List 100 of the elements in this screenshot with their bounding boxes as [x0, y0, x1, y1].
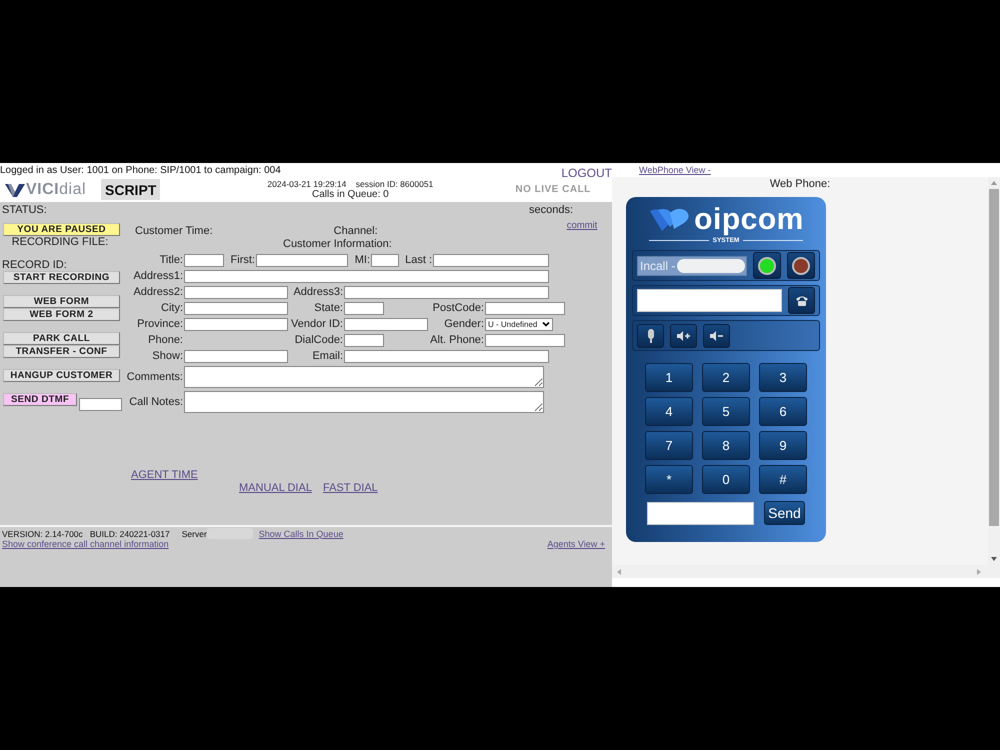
input-field[interactable] [256, 254, 348, 266]
input-field[interactable] [184, 254, 224, 266]
logo-text: VICIdial [26, 180, 86, 198]
input-field[interactable] [184, 270, 549, 282]
agent-button[interactable]: PARK CALL [3, 332, 120, 345]
agent-button[interactable]: YOU ARE PAUSED [3, 223, 120, 236]
input-field[interactable] [344, 302, 384, 314]
field-label: MI: [354, 254, 370, 266]
field-label: Vendor ID: [291, 318, 343, 330]
channel-label: Channel: [334, 225, 378, 237]
keypad-key[interactable]: 6 [759, 397, 807, 426]
keypad-key[interactable]: # [759, 465, 807, 494]
speaker-plus-icon [676, 330, 690, 340]
record-id-label: RECORD ID: [2, 259, 68, 271]
input-field[interactable] [184, 350, 288, 362]
input-field[interactable] [184, 302, 288, 314]
input-field[interactable] [433, 254, 549, 266]
field-label: Alt. Phone: [430, 334, 484, 346]
conference-info-link[interactable]: Show conference call channel information [2, 539, 169, 549]
keypad-key[interactable]: * [645, 465, 693, 494]
field-label: City: [161, 302, 183, 314]
keypad-key[interactable]: 0 [702, 465, 750, 494]
input-field[interactable] [371, 254, 399, 266]
login-info: Logged in as User: 1001 on Phone: SIP/1001 to campaign: 004 [0, 164, 281, 176]
hangup-light-icon [792, 256, 810, 274]
recording-label: RECORDING FILE: [10, 236, 110, 248]
field-label: Address3: [293, 286, 343, 298]
field-label: First: [230, 254, 255, 266]
scroll-right-icon[interactable] [976, 568, 982, 576]
keypad-key[interactable]: 5 [702, 397, 750, 426]
show-calls-link[interactable]: Show Calls In Queue [258, 528, 344, 538]
input-field[interactable] [344, 286, 549, 298]
logo-icon [5, 184, 25, 196]
input-field[interactable] [184, 286, 288, 298]
keypad-key[interactable]: 7 [645, 431, 693, 460]
seconds-label: seconds: [528, 204, 573, 216]
script-tab[interactable]: SCRIPT [101, 179, 160, 200]
keypad-key[interactable]: 3 [759, 363, 807, 392]
keypad-key[interactable]: 9 [759, 431, 807, 460]
keypad-key[interactable]: 1 [645, 363, 693, 392]
commit-link[interactable]: commit [566, 220, 598, 231]
session-info: 2024-03-21 19:29:14 session ID: 8600051 [267, 179, 434, 189]
phone-icon [794, 294, 808, 306]
fast-dial-link[interactable]: FAST DIAL [322, 482, 378, 495]
section-title: Customer Information: [283, 238, 392, 250]
agent-button[interactable]: START RECORDING [3, 271, 120, 284]
field-label: Show: [152, 350, 183, 362]
field-label: Address2: [133, 286, 183, 298]
webphone-view-link[interactable]: WebPhone View - [639, 165, 711, 175]
input-field[interactable] [344, 318, 428, 330]
agent-button[interactable]: WEB FORM [3, 295, 120, 308]
input-field[interactable] [184, 318, 288, 330]
scroll-left-icon[interactable] [616, 568, 622, 576]
scroll-up-icon[interactable] [990, 180, 998, 186]
speaker-minus-icon [710, 330, 724, 340]
input-field[interactable] [485, 334, 565, 346]
chevron-icon [542, 322, 550, 326]
calls-in-queue: Calls in Queue: 0 [312, 189, 389, 200]
field-label: State: [314, 302, 343, 314]
field-label: PostCode: [432, 302, 484, 314]
agents-view-link[interactable]: Agents View + [547, 539, 605, 549]
mute-button[interactable] [637, 324, 664, 348]
horizontal-scrollbar[interactable] [612, 565, 1000, 578]
volume-up-button[interactable] [670, 324, 697, 348]
text-area[interactable] [184, 366, 544, 388]
input-field[interactable] [344, 334, 384, 346]
input-field[interactable] [485, 302, 565, 314]
send-button[interactable]: Send [764, 501, 805, 525]
agent-button[interactable]: TRANSFER - CONF [3, 345, 120, 358]
field-label: Title: [160, 254, 183, 266]
text-area[interactable] [184, 390, 544, 412]
manual-dial-link[interactable]: MANUAL DIAL [239, 482, 312, 495]
vertical-scrollbar[interactable] [988, 177, 1000, 565]
keypad-key[interactable]: 8 [702, 431, 750, 460]
web-phone-label: Web Phone: [770, 178, 830, 190]
server-label: Server [182, 528, 207, 538]
agent-button[interactable]: HANGUP CUSTOMER [3, 369, 120, 382]
field-label: Address1: [133, 270, 183, 282]
logout-link[interactable]: LOGOUT [561, 166, 612, 180]
keypad-key[interactable]: 2 [702, 363, 750, 392]
dtmf-send-field[interactable] [647, 502, 754, 524]
dtmf-field[interactable] [79, 398, 122, 411]
volume-down-button[interactable] [703, 324, 730, 348]
field-label: Phone: [148, 334, 183, 346]
field-label: Call Notes: [129, 396, 183, 408]
brand-name: oipcom [694, 206, 804, 234]
dial-field[interactable] [637, 289, 782, 312]
gender-select[interactable]: U - Undefined [485, 318, 553, 330]
microphone-icon [646, 328, 654, 342]
keypad-key[interactable]: 4 [645, 397, 693, 426]
field-label: Email: [312, 350, 343, 362]
agent-time-link[interactable]: AGENT TIME [131, 469, 198, 481]
send-dtmf-button[interactable]: SEND DTMF [3, 393, 77, 406]
scroll-down-icon[interactable] [990, 556, 998, 562]
hangup-button[interactable] [787, 252, 815, 279]
agent-button[interactable]: WEB FORM 2 [3, 308, 120, 321]
input-field[interactable] [344, 350, 549, 362]
answer-button[interactable] [753, 252, 781, 279]
field-label: Comments: [126, 370, 183, 382]
call-button[interactable] [788, 287, 815, 314]
